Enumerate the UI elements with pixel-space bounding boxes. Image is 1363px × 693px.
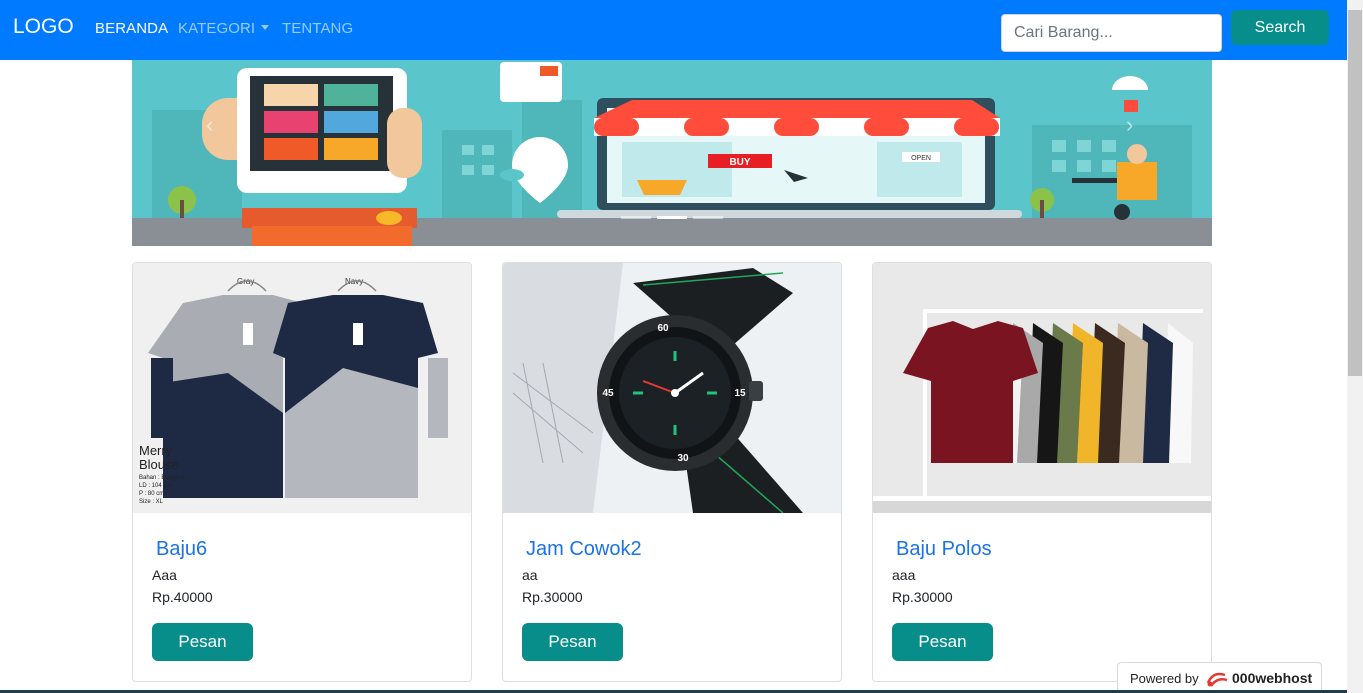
product-card: 60 15 30 45 Jam Cowok2 aa Rp.30000 Pesan bbox=[502, 262, 842, 682]
carousel-indicator[interactable] bbox=[693, 216, 723, 219]
chevron-right-icon[interactable]: › bbox=[1126, 112, 1133, 138]
powered-by-badge[interactable]: Powered by 000webhost bbox=[1117, 662, 1322, 693]
image-detail: LD : 104 cm bbox=[139, 483, 171, 489]
product-title[interactable]: Baju Polos bbox=[896, 538, 992, 561]
product-description: aa bbox=[522, 567, 538, 583]
nav-link-kategori-label: KATEGORI bbox=[178, 20, 256, 37]
product-image[interactable]: 60 15 30 45 bbox=[503, 263, 841, 513]
image-detail: Size : XL bbox=[139, 499, 164, 505]
product-title[interactable]: Baju6 bbox=[156, 538, 207, 561]
pesan-button[interactable]: Pesan bbox=[892, 623, 993, 661]
product-description: aaa bbox=[892, 567, 916, 583]
svg-text:15: 15 bbox=[734, 388, 746, 399]
buy-sign: BUY bbox=[729, 157, 750, 168]
scrollbar-thumb[interactable] bbox=[1348, 10, 1362, 376]
search-input[interactable] bbox=[1001, 14, 1222, 52]
caret-down-icon bbox=[261, 25, 270, 30]
product-image[interactable] bbox=[873, 263, 1211, 513]
product-description: Aaa bbox=[152, 567, 177, 583]
webhost-brand: 000webhost bbox=[1232, 670, 1313, 686]
product-title[interactable]: Jam Cowok2 bbox=[526, 538, 642, 561]
product-price: Rp.30000 bbox=[892, 589, 953, 605]
search-button[interactable]: Search bbox=[1231, 10, 1329, 45]
svg-text:45: 45 bbox=[602, 388, 614, 399]
pesan-button[interactable]: Pesan bbox=[522, 623, 623, 661]
open-sign: OPEN bbox=[911, 155, 931, 162]
svg-text:30: 30 bbox=[677, 453, 689, 464]
chevron-left-icon[interactable]: ‹ bbox=[206, 112, 213, 138]
powered-by-text: Powered by bbox=[1130, 671, 1199, 686]
navbar: LOGO BERANDA KATEGORI TENTANG Search bbox=[0, 0, 1347, 60]
product-card: Baju Polos aaa Rp.30000 Pesan bbox=[872, 262, 1212, 682]
carousel-indicator-active[interactable] bbox=[657, 216, 687, 219]
hero-carousel: BUY OPEN ‹ › bbox=[132, 60, 1212, 246]
scrollbar[interactable] bbox=[1347, 0, 1363, 693]
carousel-indicators bbox=[621, 216, 723, 219]
product-image[interactable]: Gray Navy Merry Blouse Bahan : Babydoll … bbox=[133, 263, 471, 513]
product-price: Rp.40000 bbox=[152, 589, 213, 605]
product-card: Gray Navy Merry Blouse Bahan : Babydoll … bbox=[132, 262, 472, 682]
image-detail: P : 80 cm bbox=[139, 491, 164, 497]
brand-logo[interactable]: LOGO bbox=[13, 15, 74, 39]
nav-link-tentang[interactable]: TENTANG bbox=[282, 20, 353, 37]
image-detail: Bahan : Babydoll bbox=[139, 475, 184, 481]
webhost-logo-icon bbox=[1206, 672, 1228, 687]
svg-text:60: 60 bbox=[657, 323, 669, 334]
product-price: Rp.30000 bbox=[522, 589, 583, 605]
image-title-line2: Blouse bbox=[139, 457, 179, 472]
nav-link-kategori[interactable]: KATEGORI bbox=[178, 20, 270, 37]
carousel-indicator[interactable] bbox=[621, 216, 651, 219]
nav-link-beranda[interactable]: BERANDA bbox=[95, 20, 168, 37]
image-title-line1: Merry bbox=[139, 443, 173, 458]
pesan-button[interactable]: Pesan bbox=[152, 623, 253, 661]
